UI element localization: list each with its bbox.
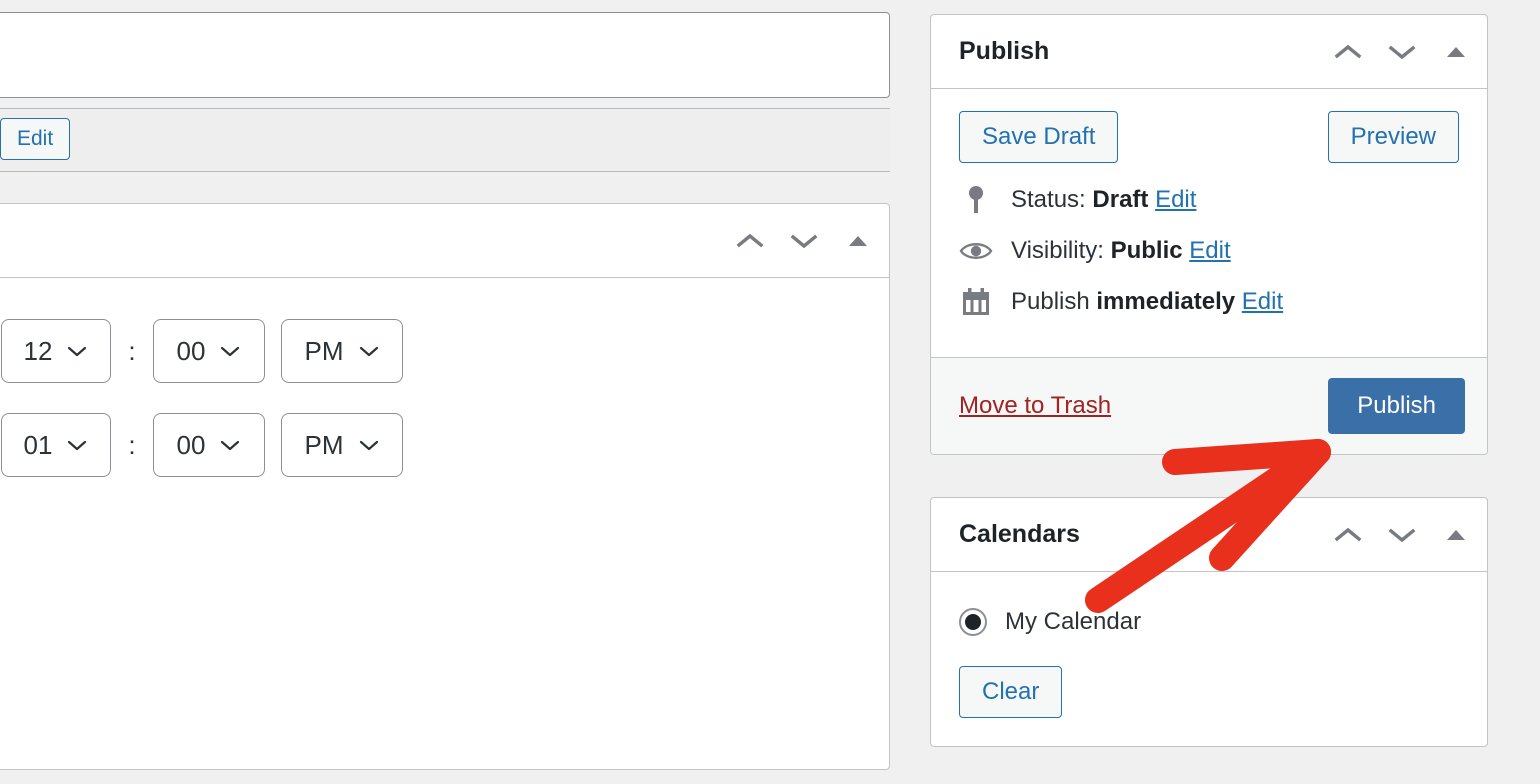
eye-icon [959,240,993,262]
chevron-down-icon [221,346,240,357]
calendars-panel: Calendars My Calendar Clear [930,497,1488,747]
move-to-trash-link[interactable]: Move to Trash [959,392,1111,420]
calendars-panel-header: Calendars [931,498,1487,572]
visibility-row: Visibility: Public Edit [959,237,1459,265]
toggle-panel-icon[interactable] [1439,518,1473,552]
edit-button[interactable]: Edit [0,118,71,161]
event-details-panel: 12 : 00 PM 01: 00 PM [0,203,890,770]
calendar-option-row[interactable]: My Calendar [959,608,1459,636]
visibility-text: Visibility: Public Edit [1011,237,1231,265]
panel-header-icons [1331,35,1473,69]
chevron-down-icon [68,440,87,451]
end-minute-select[interactable]: 00 [153,413,265,477]
start-hour-select[interactable]: 12 [1,319,111,383]
publish-button[interactable]: Publish [1328,378,1465,434]
schedule-row: Publish immediately Edit [959,287,1459,317]
panel-header-icons [1331,518,1473,552]
calendars-panel-title: Calendars [959,520,1080,548]
editor-toolbar-strip [0,108,890,172]
screen: Edit 12: 00 PM 01: 00 PM Publish Save … [0,0,1540,784]
move-down-icon[interactable] [1385,35,1419,69]
panel-header-icons [733,224,875,258]
chevron-down-icon [68,346,87,357]
start-meridiem-select[interactable]: PM [281,319,403,383]
publish-panel-header: Publish [931,15,1487,89]
visibility-label: Visibility: [1011,237,1104,264]
end-hour-select[interactable]: 01 [1,413,111,477]
start-hour-value: 12 [23,335,53,366]
end-meridiem-value: PM [304,429,344,460]
publish-panel-body: Save Draft Preview Status: Draft Edit Vi… [931,89,1487,357]
clear-button[interactable]: Clear [959,666,1063,718]
main-editor-column: Edit 12: 00 PM 01: 00 PM [0,0,890,784]
move-up-icon[interactable] [733,224,767,258]
editor-content-box[interactable] [0,12,890,98]
event-details-panel-header [0,204,889,278]
calendar-icon [959,287,993,317]
status-text: Status: Draft Edit [1011,186,1196,214]
end-meridiem-select[interactable]: PM [281,413,403,477]
chevron-down-icon [359,440,378,451]
visibility-value: Public [1110,237,1183,264]
calendar-radio[interactable] [959,608,987,636]
toggle-panel-icon[interactable] [841,224,875,258]
calendar-option-label: My Calendar [1005,608,1142,635]
move-up-icon[interactable] [1331,35,1365,69]
publish-panel-title: Publish [959,37,1050,65]
sidebar: Publish Save Draft Preview Status: Draft… [930,14,1488,784]
publish-meta-list: Status: Draft Edit Visibility: Public Ed [959,185,1459,317]
save-draft-button[interactable]: Save Draft [959,111,1119,163]
preview-button[interactable]: Preview [1327,111,1459,163]
schedule-label: Publish [1011,288,1090,315]
status-edit-link[interactable]: Edit [1155,186,1196,213]
move-up-icon[interactable] [1331,518,1365,552]
publish-panel-footer: Move to Trash Publish [931,357,1487,454]
status-label: Status: [1011,186,1086,213]
chevron-down-icon [359,346,378,357]
status-value: Draft [1092,186,1149,213]
end-minute-value: 00 [176,429,206,460]
time-selectors: 12 : 00 PM 01: 00 PM [1,319,403,507]
time-row: 01 : 00 PM [1,413,403,477]
time-row: 12 : 00 PM [1,319,403,383]
status-row: Status: Draft Edit [959,185,1459,215]
schedule-text: Publish immediately Edit [1011,288,1283,316]
visibility-edit-link[interactable]: Edit [1189,237,1230,264]
chevron-down-icon [221,440,240,451]
schedule-value: immediately [1096,288,1236,315]
draft-actions: Save Draft Preview [959,111,1459,163]
start-minute-value: 00 [176,335,206,366]
toggle-panel-icon[interactable] [1439,35,1473,69]
pin-icon [959,185,993,215]
publish-panel: Publish Save Draft Preview Status: Draft… [930,14,1488,455]
move-down-icon[interactable] [1385,518,1419,552]
move-down-icon[interactable] [787,224,821,258]
clear-action: Clear [959,666,1459,728]
time-separator: : [128,429,136,460]
start-minute-select[interactable]: 00 [153,319,265,383]
schedule-edit-link[interactable]: Edit [1242,288,1283,315]
calendars-panel-body: My Calendar Clear [931,572,1487,746]
end-hour-value: 01 [23,429,53,460]
time-separator: : [128,335,136,366]
start-meridiem-value: PM [304,335,344,366]
